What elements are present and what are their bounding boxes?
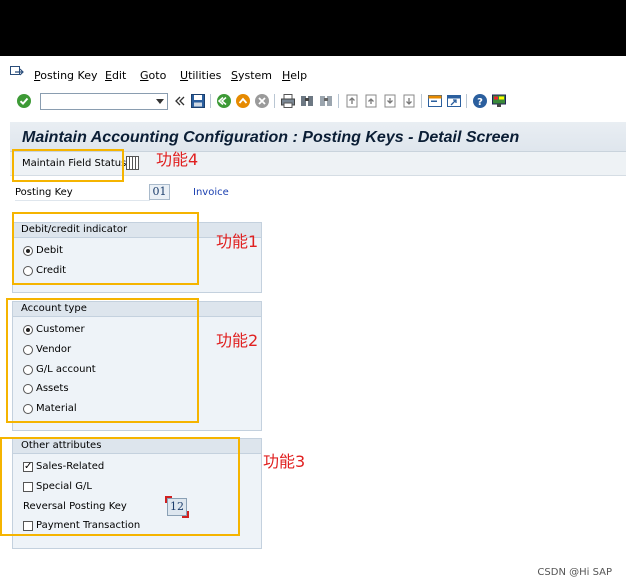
ok-icon[interactable] <box>16 93 32 109</box>
prev-page-icon[interactable] <box>363 93 379 109</box>
highlight-box-3 <box>0 437 240 536</box>
svg-text:?: ? <box>477 97 483 108</box>
menu-toggle-icon[interactable] <box>10 66 24 78</box>
toolbar-separator <box>421 94 422 108</box>
menu-posting-key[interactable]: Posting Key <box>34 69 97 82</box>
label-underline <box>15 200 150 201</box>
annotation-4: 功能4 <box>156 150 199 169</box>
posting-key-description: Invoice <box>193 187 229 198</box>
cancel-icon[interactable] <box>254 93 270 109</box>
annotation-3: 功能3 <box>263 452 306 471</box>
menu-help[interactable]: Help <box>282 69 307 82</box>
layout-icon[interactable] <box>491 93 507 109</box>
find-next-icon[interactable] <box>318 93 334 109</box>
first-page-icon[interactable] <box>344 93 360 109</box>
chevron-down-icon[interactable] <box>156 99 164 104</box>
toolbar-separator <box>338 94 339 108</box>
menu-goto[interactable]: Goto <box>140 69 166 82</box>
highlight-box-2 <box>6 298 199 423</box>
highlight-box-4 <box>12 149 124 182</box>
toolbar-separator <box>210 94 211 108</box>
page-title: Maintain Accounting Configuration : Post… <box>22 129 520 146</box>
menu-system[interactable]: System <box>231 69 272 82</box>
posting-key-field[interactable]: 01 <box>149 184 170 200</box>
save-icon[interactable] <box>190 93 206 109</box>
annotation-1: 功能1 <box>216 232 259 251</box>
title-bar: Maintain Accounting Configuration : Post… <box>10 122 626 152</box>
menu-edit[interactable]: Edit <box>105 69 126 82</box>
top-black-bar <box>0 0 626 56</box>
posting-key-label: Posting Key <box>15 187 73 198</box>
toolbar-separator <box>274 94 275 108</box>
help-icon[interactable]: ? <box>472 93 488 109</box>
next-page-icon[interactable] <box>382 93 398 109</box>
new-session-icon[interactable] <box>427 93 443 109</box>
shortcut-icon[interactable] <box>446 93 462 109</box>
menu-utilities[interactable]: Utilities <box>180 69 221 82</box>
menu-bar: Posting Key Edit Goto Utilities System H… <box>0 56 626 88</box>
print-icon[interactable] <box>280 93 296 109</box>
highlight-box-1 <box>12 212 199 285</box>
double-chevron-left-icon[interactable] <box>172 93 188 109</box>
back-icon[interactable] <box>216 93 232 109</box>
watermark: CSDN @Hi SAP <box>537 567 612 578</box>
last-page-icon[interactable] <box>401 93 417 109</box>
exit-icon[interactable] <box>235 93 251 109</box>
field-status-icon[interactable] <box>126 156 139 170</box>
toolbar-separator <box>466 94 467 108</box>
standard-toolbar: ? <box>0 88 626 116</box>
command-field[interactable] <box>40 93 168 110</box>
find-icon[interactable] <box>299 93 315 109</box>
annotation-2: 功能2 <box>216 331 259 350</box>
